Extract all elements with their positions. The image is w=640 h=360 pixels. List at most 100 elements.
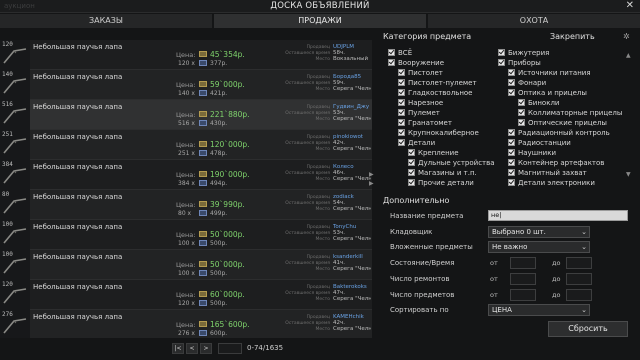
pin-icon[interactable]: ✲ <box>623 32 630 41</box>
repairs-to-input[interactable] <box>566 273 592 285</box>
checkbox-checked-icon[interactable] <box>518 119 525 126</box>
reset-button[interactable]: Сбросить <box>548 321 628 337</box>
close-icon[interactable]: ✕ <box>626 0 634 11</box>
checkbox-checked-icon[interactable] <box>508 69 515 76</box>
listing-row[interactable]: 384 Небольшая паучья лапа Цена: 190`000р. 38… <box>0 160 372 190</box>
checkbox-checked-icon[interactable] <box>498 49 505 56</box>
listing-row[interactable]: 516 Небольшая паучья лапа Цена: 221`880р. 51… <box>0 100 372 130</box>
pin-label[interactable]: Закрепить <box>550 32 595 41</box>
category-checkbox[interactable]: Радиостанции <box>508 139 571 148</box>
checkbox-checked-icon[interactable] <box>398 89 405 96</box>
listing-row[interactable]: 100 Небольшая паучья лапа Цена: 50`000р. 100… <box>0 250 372 280</box>
storage-value: Выбрано 0 шт. <box>492 228 546 236</box>
meta-labels: Продавец Оставшееся время Место <box>262 75 330 93</box>
checkbox-checked-icon[interactable] <box>398 129 405 136</box>
category-checkbox[interactable]: Бинокли <box>518 99 559 108</box>
prev-page-button[interactable]: < <box>186 342 198 354</box>
checkbox-checked-icon[interactable] <box>408 169 415 176</box>
count-from-input[interactable] <box>510 289 536 301</box>
checkbox-checked-icon[interactable] <box>508 79 515 86</box>
category-checkbox[interactable]: Пистолет <box>398 69 443 78</box>
listing-row[interactable]: 140 Небольшая паучья лапа Цена: 59`000р. 140… <box>0 70 372 100</box>
category-checkbox[interactable]: Детали электроники <box>508 179 595 188</box>
listing-row[interactable]: 276 Небольшая паучья лапа Цена: 165`600р. 27… <box>0 310 372 338</box>
category-checkbox[interactable]: Вооружение <box>388 59 444 68</box>
checkbox-checked-icon[interactable] <box>498 59 505 66</box>
category-checkbox[interactable]: Пулемет <box>398 109 440 118</box>
tab-hunt[interactable]: ОХОТА <box>428 14 640 28</box>
next-page-button[interactable]: > <box>200 342 212 354</box>
tab-orders[interactable]: ЗАКАЗЫ <box>0 14 212 28</box>
nested-items-select[interactable]: Не важно ⌄ <box>488 241 590 253</box>
checkbox-checked-icon[interactable] <box>398 139 405 146</box>
category-scrollbar[interactable]: ▲ ▼ <box>626 52 632 188</box>
category-checkbox[interactable]: Наушники <box>508 149 556 158</box>
checkbox-checked-icon[interactable] <box>408 149 415 156</box>
category-label: Гранатомет <box>408 119 452 127</box>
list-scroll-arrows[interactable]: ▶ ▶ <box>369 170 374 188</box>
checkbox-checked-icon[interactable] <box>508 179 515 186</box>
category-checkbox[interactable]: Нарезное <box>398 99 443 108</box>
listing-row[interactable]: 80 Небольшая паучья лапа Цена: 39`990р. 80 x… <box>0 190 372 220</box>
category-checkbox[interactable]: Источники питания <box>508 69 591 78</box>
checkbox-checked-icon[interactable] <box>408 179 415 186</box>
category-checkbox[interactable]: Магнитный захват <box>508 169 587 178</box>
checkbox-checked-icon[interactable] <box>508 129 515 136</box>
category-checkbox[interactable]: ВСЁ <box>388 49 412 58</box>
category-checkbox[interactable]: Приборы <box>498 59 541 68</box>
category-checkbox[interactable]: Оптические прицелы <box>518 119 607 128</box>
meta-labels: Продавец Оставшееся время Место <box>262 285 330 303</box>
checkbox-checked-icon[interactable] <box>408 159 415 166</box>
meta-values: Bakterokoks 47ч. Серега "Челн <box>333 284 371 302</box>
category-checkbox[interactable]: Фонари <box>508 79 546 88</box>
checkbox-checked-icon[interactable] <box>508 89 515 96</box>
checkbox-checked-icon[interactable] <box>398 119 405 126</box>
category-checkbox[interactable]: Бижутерия <box>498 49 549 58</box>
category-checkbox[interactable]: Радиационный контроль <box>508 129 610 138</box>
repairs-from-input[interactable] <box>510 273 536 285</box>
checkbox-checked-icon[interactable] <box>388 59 395 66</box>
meta-values: ksanderkill 41ч. Серега "Челн <box>333 254 371 272</box>
category-checkbox[interactable]: Пистолет-пулемет <box>398 79 477 88</box>
category-checkbox[interactable]: Прочие детали <box>408 179 474 188</box>
count-to-input[interactable] <box>566 289 592 301</box>
category-checkbox[interactable]: Контейнер артефактов <box>508 159 604 168</box>
tab-sales[interactable]: ПРОДАЖИ <box>214 14 426 28</box>
condition-to-input[interactable] <box>566 257 592 269</box>
category-checkbox[interactable]: Крупнокалиберное <box>398 129 479 138</box>
checkbox-checked-icon[interactable] <box>508 169 515 176</box>
condition-from-input[interactable] <box>510 257 536 269</box>
unit-price-icon <box>199 330 207 336</box>
checkbox-checked-icon[interactable] <box>388 49 395 56</box>
storage-select[interactable]: Выбрано 0 шт. ⌄ <box>488 226 590 238</box>
item-name-input[interactable]: не| <box>488 210 628 221</box>
checkbox-checked-icon[interactable] <box>398 99 405 106</box>
category-label: Бинокли <box>528 99 560 107</box>
listing-row[interactable]: 100 Небольшая паучья лапа Цена: 50`000р. 100… <box>0 220 372 250</box>
checkbox-checked-icon[interactable] <box>398 109 405 116</box>
checkbox-checked-icon[interactable] <box>518 99 525 106</box>
category-checkbox[interactable]: Дульные устройства <box>408 159 495 168</box>
checkbox-checked-icon[interactable] <box>518 109 525 116</box>
listing-row[interactable]: 120 Небольшая паучья лапа Цена: 60`000р. 120… <box>0 280 372 310</box>
category-checkbox[interactable]: Детали <box>398 139 435 148</box>
listing-row[interactable]: 251 Небольшая паучья лапа Цена: 120`000р. 25… <box>0 130 372 160</box>
checkbox-checked-icon[interactable] <box>508 139 515 146</box>
category-checkbox[interactable]: Магазины и т.п. <box>408 169 477 178</box>
listing-row[interactable]: 120 Небольшая паучья лапа Цена: 45`354р. 120… <box>0 40 372 70</box>
category-checkbox[interactable]: Коллиматорные прицелы <box>518 109 622 118</box>
page-number-input[interactable] <box>218 342 242 354</box>
first-page-button[interactable]: |< <box>172 342 184 354</box>
place-label: Место <box>315 267 331 272</box>
unit-price: 500р. <box>210 240 228 247</box>
sort-select[interactable]: ЦЕНА ⌄ <box>488 304 590 316</box>
category-checkbox[interactable]: Оптика и прицелы <box>508 89 587 98</box>
category-checkbox[interactable]: Гранатомет <box>398 119 452 128</box>
category-checkbox[interactable]: Гладкоствольное <box>398 89 472 98</box>
category-label: Коллиматорные прицелы <box>528 109 623 117</box>
checkbox-checked-icon[interactable] <box>508 159 515 166</box>
checkbox-checked-icon[interactable] <box>508 149 515 156</box>
category-checkbox[interactable]: Крепление <box>408 149 459 158</box>
checkbox-checked-icon[interactable] <box>398 69 405 76</box>
checkbox-checked-icon[interactable] <box>398 79 405 86</box>
